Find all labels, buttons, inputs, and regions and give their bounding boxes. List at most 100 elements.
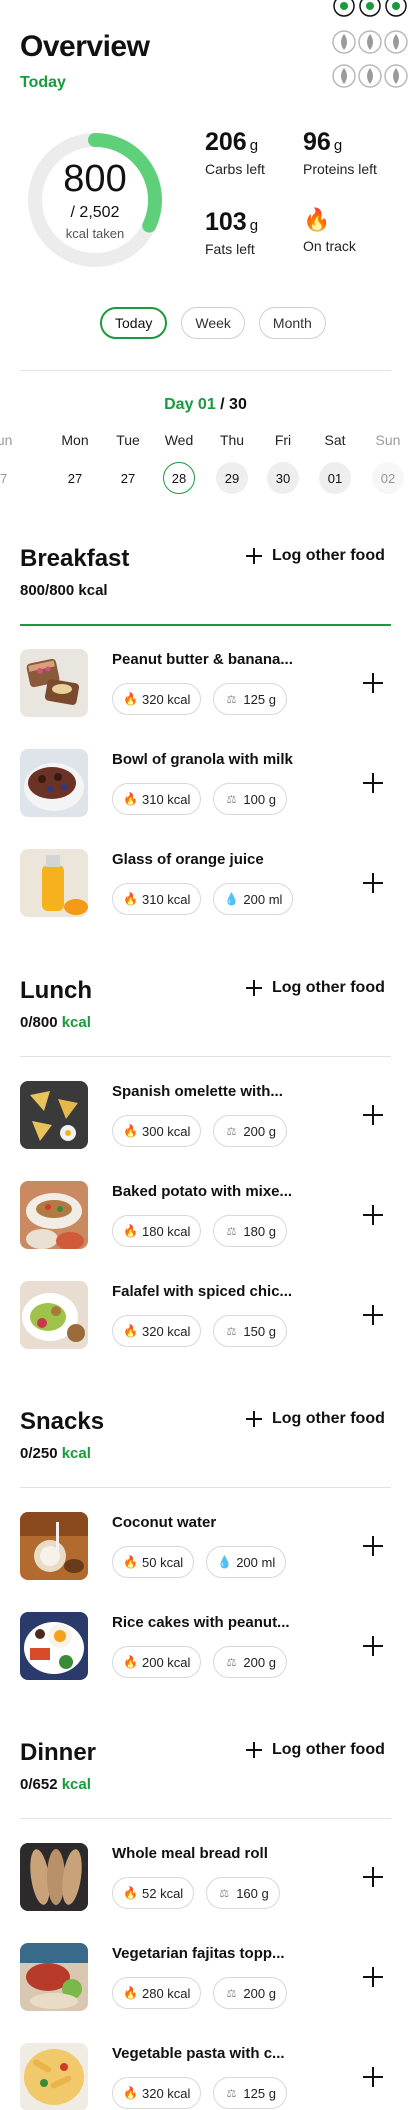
add-food-plus-icon[interactable]	[363, 1636, 383, 1656]
food-item[interactable]: Falafel with spiced chic... 🔥 320 kcal ⚖ 1…	[20, 1281, 391, 1351]
water-drop-icon: 💧	[217, 1555, 233, 1569]
day-number: 28	[163, 462, 195, 494]
snacks-title: Snacks	[20, 1408, 105, 1435]
day-name: Sun	[375, 432, 401, 448]
fire-icon: 🔥	[123, 692, 138, 706]
lunch-kcal: 0/800 kcal	[20, 1014, 91, 1031]
scale-icon: ⚖	[226, 1987, 237, 2000]
amount-value: 200 g	[243, 1123, 276, 1139]
on-track-stat: 🔥 On track	[303, 206, 356, 254]
scale-icon: ⚖	[226, 1325, 237, 1338]
food-name: Coconut water	[112, 1514, 217, 1531]
scale-icon: ⚖	[226, 1125, 237, 1138]
week-strip[interactable]: Sun 27 Mon 27 Tue 27 Wed 28 Thu 29 Fri 30 Sat 0…	[0, 432, 411, 502]
log-other-food-button[interactable]: Log other food	[246, 547, 385, 565]
food-item[interactable]: Peanut butter & banana... 🔥 320 kcal ⚖ 125…	[20, 649, 391, 719]
log-other-food-label: Log other food	[272, 547, 385, 564]
day-item[interactable]: Sun 02	[363, 432, 411, 494]
add-food-plus-icon[interactable]	[363, 1867, 383, 1887]
amount-value: 125 g	[243, 2085, 276, 2101]
fire-icon: 🔥	[123, 1224, 138, 1238]
dinner-title: Dinner	[20, 1739, 97, 1766]
lunch-title: Lunch	[20, 977, 92, 1004]
add-food-plus-icon[interactable]	[363, 1967, 383, 1987]
day-number: 27	[120, 470, 136, 486]
calories-taken-value: 800	[63, 157, 127, 200]
day-item-selected[interactable]: Wed 28	[154, 432, 204, 494]
log-other-food-button[interactable]: Log other food	[246, 1741, 385, 1759]
food-item[interactable]: Rice cakes with peanut... 🔥 200 kcal ⚖ 200…	[20, 1612, 391, 1682]
amount-chip: ⚖ 200 g	[213, 1646, 287, 1678]
plus-icon	[246, 1742, 262, 1758]
food-name: Glass of orange juice	[112, 851, 264, 868]
food-item[interactable]: Vegetable pasta with c... 🔥 320 kcal ⚖ 125…	[20, 2043, 391, 2110]
add-food-plus-icon[interactable]	[363, 1205, 383, 1225]
amount-chip: 💧 200 ml	[206, 1546, 287, 1578]
add-food-plus-icon[interactable]	[363, 1305, 383, 1325]
log-other-food-button[interactable]: Log other food	[246, 1410, 385, 1428]
add-food-plus-icon[interactable]	[363, 2067, 383, 2087]
food-name: Baked potato with mixe...	[112, 1183, 293, 1200]
scale-icon: ⚖	[226, 793, 237, 806]
on-track-label: On track	[303, 238, 356, 254]
calorie-chip: 🔥 50 kcal	[112, 1546, 195, 1578]
food-item[interactable]: Glass of orange juice 🔥 310 kcal 💧 200 ml	[20, 849, 391, 919]
amount-chip: ⚖ 125 g	[213, 2077, 287, 2109]
calorie-ring: 800 / 2,502 kcal taken	[20, 125, 170, 275]
amount-value: 100 g	[243, 791, 276, 807]
calorie-chip: 🔥 180 kcal	[112, 1215, 202, 1247]
period-tabs: Today Week Month	[100, 307, 326, 339]
day-item[interactable]: Thu 29	[207, 432, 257, 494]
breakfast-kcal: 800/800 kcal	[20, 582, 108, 599]
calorie-value: 280 kcal	[142, 1985, 191, 2001]
add-food-plus-icon[interactable]	[363, 673, 383, 693]
food-item[interactable]: Whole meal bread roll 🔥 52 kcal ⚖ 160 g	[20, 1843, 391, 1913]
day-name: Sun	[0, 432, 13, 448]
add-food-plus-icon[interactable]	[363, 1536, 383, 1556]
tab-today[interactable]: Today	[100, 307, 168, 339]
calorie-value: 310 kcal	[142, 791, 191, 807]
fire-icon: 🔥	[123, 1324, 138, 1338]
add-food-plus-icon[interactable]	[363, 873, 383, 893]
food-photo	[20, 1612, 88, 1680]
add-food-plus-icon[interactable]	[363, 1105, 383, 1125]
calorie-value: 320 kcal	[142, 1323, 191, 1339]
food-item[interactable]: Baked potato with mixe... 🔥 180 kcal ⚖ 180…	[20, 1181, 391, 1251]
fire-icon: 🔥	[123, 1886, 138, 1900]
date-subtitle: Today	[20, 74, 66, 91]
day-item[interactable]: Tue 27	[103, 432, 153, 494]
plus-icon	[246, 980, 262, 996]
day-item[interactable]: Mon 27	[50, 432, 100, 494]
calorie-value: 300 kcal	[142, 1123, 191, 1139]
food-item[interactable]: Bowl of granola with milk 🔥 310 kcal ⚖ 100…	[20, 749, 391, 819]
calorie-value: 310 kcal	[142, 891, 191, 907]
carbs-unit: g	[249, 137, 259, 154]
log-other-food-button[interactable]: Log other food	[246, 979, 385, 997]
plus-icon	[246, 548, 262, 564]
food-photo	[20, 649, 88, 717]
day-name: Thu	[219, 432, 245, 448]
divider	[20, 1818, 391, 1819]
dinner-kcal-unit: kcal	[57, 1776, 91, 1793]
day-item[interactable]: Sun 27	[0, 432, 25, 494]
food-item[interactable]: Spanish omelette with... 🔥 300 kcal ⚖ 200 …	[20, 1081, 391, 1151]
snacks-kcal-unit: kcal	[57, 1445, 91, 1462]
proteins-stat: 96 g Proteins left	[303, 128, 377, 177]
add-food-plus-icon[interactable]	[363, 773, 383, 793]
scale-icon: ⚖	[226, 2087, 237, 2100]
fire-icon: 🔥	[123, 1555, 138, 1569]
day-item[interactable]: Sat 01	[310, 432, 360, 494]
food-name: Peanut butter & banana...	[112, 651, 293, 668]
day-counter-total: / 30	[215, 396, 247, 413]
food-item[interactable]: Coconut water 🔥 50 kcal 💧 200 ml	[20, 1512, 391, 1582]
food-photo	[20, 749, 88, 817]
amount-value: 125 g	[243, 691, 276, 707]
food-name: Spanish omelette with...	[112, 1083, 283, 1100]
tab-month[interactable]: Month	[258, 307, 326, 339]
scale-icon: ⚖	[219, 1887, 230, 1900]
carbs-stat: 206 g Carbs left	[205, 128, 265, 177]
day-item[interactable]: Fri 30	[258, 432, 308, 494]
log-other-food-label: Log other food	[272, 979, 385, 996]
food-item[interactable]: Vegetarian fajitas topp... 🔥 280 kcal ⚖ 20…	[20, 1943, 391, 2013]
tab-week[interactable]: Week	[181, 307, 245, 339]
